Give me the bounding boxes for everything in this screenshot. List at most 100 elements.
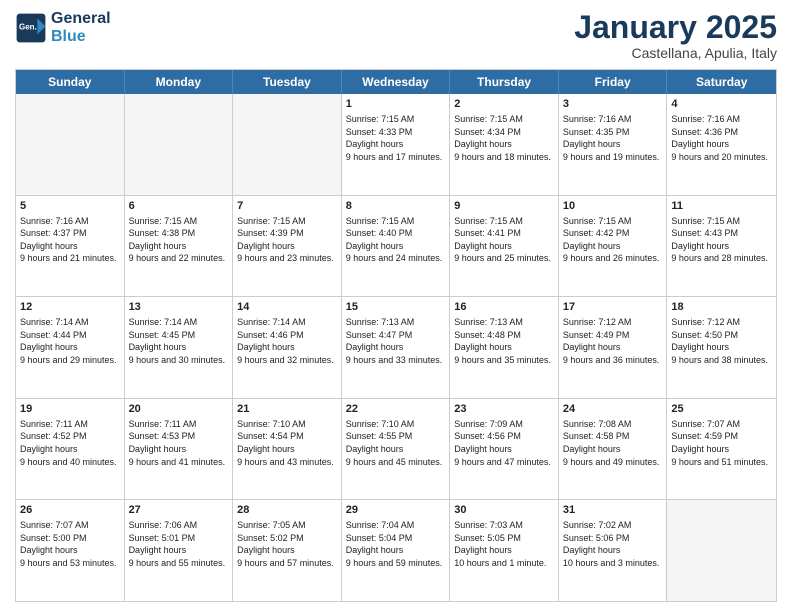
calendar-cell: 3Sunrise: 7:16 AMSunset: 4:35 PMDaylight… [559, 94, 668, 195]
day-number: 17 [563, 300, 663, 315]
day-number: 18 [671, 300, 772, 315]
calendar: SundayMondayTuesdayWednesdayThursdayFrid… [15, 69, 777, 602]
logo-icon: Gen. [15, 12, 47, 44]
day-number: 27 [129, 503, 229, 518]
cell-info: Sunrise: 7:07 AMSunset: 5:00 PMDaylight … [20, 519, 120, 569]
cell-info: Sunrise: 7:05 AMSunset: 5:02 PMDaylight … [237, 519, 337, 569]
calendar-cell: 31Sunrise: 7:02 AMSunset: 5:06 PMDayligh… [559, 500, 668, 601]
day-number: 16 [454, 300, 554, 315]
calendar-cell: 14Sunrise: 7:14 AMSunset: 4:46 PMDayligh… [233, 297, 342, 398]
cell-info: Sunrise: 7:11 AMSunset: 4:52 PMDaylight … [20, 418, 120, 468]
calendar-cell [667, 500, 776, 601]
day-of-week-header: Monday [125, 70, 234, 94]
day-number: 11 [671, 199, 772, 214]
title-block: January 2025 Castellana, Apulia, Italy [574, 10, 777, 61]
cell-info: Sunrise: 7:07 AMSunset: 4:59 PMDaylight … [671, 418, 772, 468]
calendar-cell [125, 94, 234, 195]
calendar-row: 12Sunrise: 7:14 AMSunset: 4:44 PMDayligh… [16, 296, 776, 398]
calendar-row: 26Sunrise: 7:07 AMSunset: 5:00 PMDayligh… [16, 499, 776, 601]
month-title: January 2025 [574, 10, 777, 45]
cell-info: Sunrise: 7:15 AMSunset: 4:39 PMDaylight … [237, 215, 337, 265]
calendar-cell: 26Sunrise: 7:07 AMSunset: 5:00 PMDayligh… [16, 500, 125, 601]
calendar-row: 5Sunrise: 7:16 AMSunset: 4:37 PMDaylight… [16, 195, 776, 297]
calendar-cell: 24Sunrise: 7:08 AMSunset: 4:58 PMDayligh… [559, 399, 668, 500]
cell-info: Sunrise: 7:13 AMSunset: 4:48 PMDaylight … [454, 316, 554, 366]
day-number: 13 [129, 300, 229, 315]
cell-info: Sunrise: 7:14 AMSunset: 4:46 PMDaylight … [237, 316, 337, 366]
calendar-cell: 30Sunrise: 7:03 AMSunset: 5:05 PMDayligh… [450, 500, 559, 601]
day-of-week-header: Friday [559, 70, 668, 94]
day-number: 30 [454, 503, 554, 518]
day-number: 14 [237, 300, 337, 315]
cell-info: Sunrise: 7:03 AMSunset: 5:05 PMDaylight … [454, 519, 554, 569]
calendar-row: 1Sunrise: 7:15 AMSunset: 4:33 PMDaylight… [16, 94, 776, 195]
day-number: 24 [563, 402, 663, 417]
day-number: 15 [346, 300, 446, 315]
calendar-cell: 17Sunrise: 7:12 AMSunset: 4:49 PMDayligh… [559, 297, 668, 398]
cell-info: Sunrise: 7:06 AMSunset: 5:01 PMDaylight … [129, 519, 229, 569]
calendar-cell: 5Sunrise: 7:16 AMSunset: 4:37 PMDaylight… [16, 196, 125, 297]
cell-info: Sunrise: 7:08 AMSunset: 4:58 PMDaylight … [563, 418, 663, 468]
cell-info: Sunrise: 7:14 AMSunset: 4:45 PMDaylight … [129, 316, 229, 366]
day-number: 3 [563, 97, 663, 112]
cell-info: Sunrise: 7:12 AMSunset: 4:50 PMDaylight … [671, 316, 772, 366]
calendar-cell: 15Sunrise: 7:13 AMSunset: 4:47 PMDayligh… [342, 297, 451, 398]
calendar-cell: 1Sunrise: 7:15 AMSunset: 4:33 PMDaylight… [342, 94, 451, 195]
day-of-week-header: Tuesday [233, 70, 342, 94]
day-number: 19 [20, 402, 120, 417]
day-number: 22 [346, 402, 446, 417]
day-number: 2 [454, 97, 554, 112]
cell-info: Sunrise: 7:16 AMSunset: 4:35 PMDaylight … [563, 113, 663, 163]
day-number: 31 [563, 503, 663, 518]
calendar-cell: 10Sunrise: 7:15 AMSunset: 4:42 PMDayligh… [559, 196, 668, 297]
cell-info: Sunrise: 7:10 AMSunset: 4:54 PMDaylight … [237, 418, 337, 468]
day-number: 21 [237, 402, 337, 417]
calendar-body: 1Sunrise: 7:15 AMSunset: 4:33 PMDaylight… [16, 94, 776, 601]
cell-info: Sunrise: 7:16 AMSunset: 4:36 PMDaylight … [671, 113, 772, 163]
day-number: 1 [346, 97, 446, 112]
calendar-cell: 21Sunrise: 7:10 AMSunset: 4:54 PMDayligh… [233, 399, 342, 500]
cell-info: Sunrise: 7:15 AMSunset: 4:42 PMDaylight … [563, 215, 663, 265]
day-number: 29 [346, 503, 446, 518]
calendar-row: 19Sunrise: 7:11 AMSunset: 4:52 PMDayligh… [16, 398, 776, 500]
calendar-cell: 29Sunrise: 7:04 AMSunset: 5:04 PMDayligh… [342, 500, 451, 601]
page: Gen. General Blue January 2025 Castellan… [0, 0, 792, 612]
calendar-cell: 19Sunrise: 7:11 AMSunset: 4:52 PMDayligh… [16, 399, 125, 500]
cell-info: Sunrise: 7:13 AMSunset: 4:47 PMDaylight … [346, 316, 446, 366]
cell-info: Sunrise: 7:14 AMSunset: 4:44 PMDaylight … [20, 316, 120, 366]
calendar-cell: 11Sunrise: 7:15 AMSunset: 4:43 PMDayligh… [667, 196, 776, 297]
cell-info: Sunrise: 7:09 AMSunset: 4:56 PMDaylight … [454, 418, 554, 468]
calendar-cell: 20Sunrise: 7:11 AMSunset: 4:53 PMDayligh… [125, 399, 234, 500]
location-title: Castellana, Apulia, Italy [574, 45, 777, 61]
cell-info: Sunrise: 7:15 AMSunset: 4:33 PMDaylight … [346, 113, 446, 163]
svg-text:Gen.: Gen. [19, 22, 37, 31]
calendar-cell: 22Sunrise: 7:10 AMSunset: 4:55 PMDayligh… [342, 399, 451, 500]
calendar-header: SundayMondayTuesdayWednesdayThursdayFrid… [16, 70, 776, 94]
day-number: 23 [454, 402, 554, 417]
cell-info: Sunrise: 7:15 AMSunset: 4:34 PMDaylight … [454, 113, 554, 163]
cell-info: Sunrise: 7:11 AMSunset: 4:53 PMDaylight … [129, 418, 229, 468]
cell-info: Sunrise: 7:02 AMSunset: 5:06 PMDaylight … [563, 519, 663, 569]
logo: Gen. General Blue [15, 10, 111, 45]
cell-info: Sunrise: 7:15 AMSunset: 4:41 PMDaylight … [454, 215, 554, 265]
day-number: 7 [237, 199, 337, 214]
calendar-cell: 9Sunrise: 7:15 AMSunset: 4:41 PMDaylight… [450, 196, 559, 297]
day-of-week-header: Saturday [667, 70, 776, 94]
cell-info: Sunrise: 7:16 AMSunset: 4:37 PMDaylight … [20, 215, 120, 265]
day-number: 6 [129, 199, 229, 214]
day-number: 28 [237, 503, 337, 518]
day-number: 8 [346, 199, 446, 214]
calendar-cell: 25Sunrise: 7:07 AMSunset: 4:59 PMDayligh… [667, 399, 776, 500]
day-number: 4 [671, 97, 772, 112]
calendar-cell: 13Sunrise: 7:14 AMSunset: 4:45 PMDayligh… [125, 297, 234, 398]
calendar-cell: 27Sunrise: 7:06 AMSunset: 5:01 PMDayligh… [125, 500, 234, 601]
day-number: 9 [454, 199, 554, 214]
day-number: 26 [20, 503, 120, 518]
calendar-cell: 6Sunrise: 7:15 AMSunset: 4:38 PMDaylight… [125, 196, 234, 297]
cell-info: Sunrise: 7:15 AMSunset: 4:43 PMDaylight … [671, 215, 772, 265]
cell-info: Sunrise: 7:15 AMSunset: 4:38 PMDaylight … [129, 215, 229, 265]
logo-text: General Blue [51, 10, 111, 45]
calendar-cell: 7Sunrise: 7:15 AMSunset: 4:39 PMDaylight… [233, 196, 342, 297]
day-of-week-header: Wednesday [342, 70, 451, 94]
cell-info: Sunrise: 7:15 AMSunset: 4:40 PMDaylight … [346, 215, 446, 265]
